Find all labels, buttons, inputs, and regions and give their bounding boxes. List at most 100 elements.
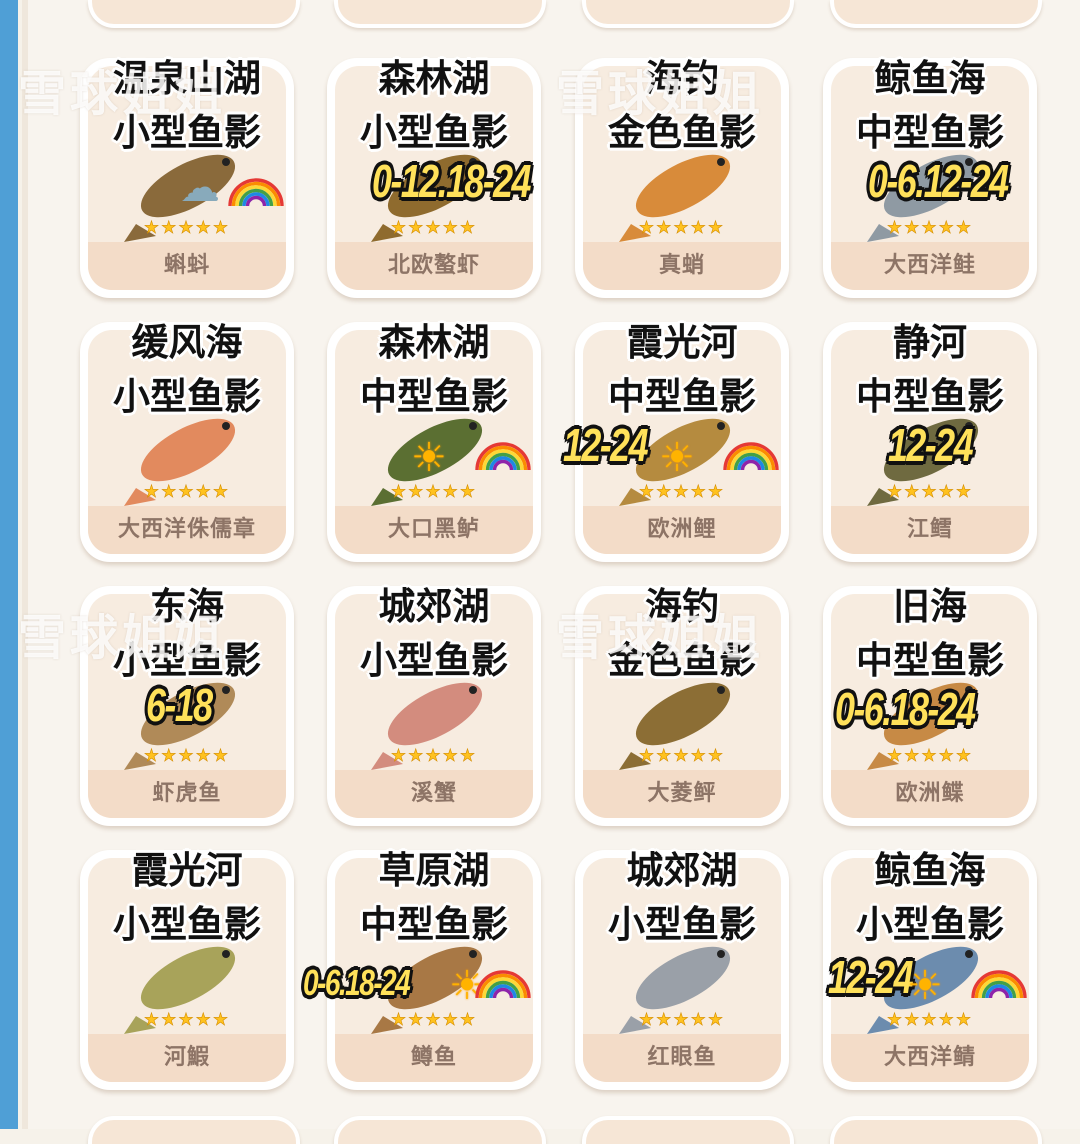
watermark: 雪球姐姐 xyxy=(556,66,765,122)
fishing-location: 城郊湖 xyxy=(626,848,738,892)
fish-eye xyxy=(717,422,725,430)
card-peek-top xyxy=(334,0,546,28)
rain-cloud-icon: ☁ xyxy=(180,165,220,211)
fish-name: 大菱鲆 xyxy=(583,770,781,818)
time-window: 0-6.12-24 xyxy=(868,155,1009,207)
time-window: 12-24 xyxy=(888,419,974,471)
fish-card[interactable]: ★★★★★ 欧洲鲽 旧海 中型鱼影 0-6.18-24 xyxy=(823,584,1037,826)
watermark: 雪球姐姐 xyxy=(556,610,765,666)
fish-card[interactable]: ★★★★★ 鳟鱼 草原湖 中型鱼影 0-6.18-24 ☀ xyxy=(303,848,541,1090)
rarity-stars: ★★★★★ xyxy=(390,218,478,239)
fish-eye xyxy=(222,950,230,958)
rarity-stars: ★★★★★ xyxy=(886,1010,974,1031)
time-window: 12-24 xyxy=(563,419,649,471)
rainbow-icon xyxy=(475,442,531,470)
fish-name: 鳟鱼 xyxy=(335,1034,533,1082)
rarity-stars: ★★★★★ xyxy=(638,1010,726,1031)
card-peek-bottom xyxy=(830,1116,1042,1144)
rarity-stars: ★★★★★ xyxy=(143,1010,231,1031)
fish-name: 大口黑鲈 xyxy=(335,506,533,554)
fish-shadow-size: 中型鱼影 xyxy=(360,902,508,946)
rarity-stars: ★★★★★ xyxy=(390,746,478,767)
fish-name: 欧洲鲽 xyxy=(831,770,1029,818)
card-peek-bottom xyxy=(582,1116,794,1144)
rainbow-icon xyxy=(723,442,779,470)
card-peek-top xyxy=(830,0,1042,28)
fish-card[interactable]: ★★★★★ 河鰕 霞光河 小型鱼影 xyxy=(80,848,294,1090)
fish-name: 欧洲鲤 xyxy=(583,506,781,554)
fishing-location: 缓风海 xyxy=(131,320,243,364)
fish-shadow-size: 小型鱼影 xyxy=(608,902,756,946)
card-peek-bottom xyxy=(334,1116,546,1144)
card-peek-top xyxy=(582,0,794,28)
fish-shadow-size: 中型鱼影 xyxy=(856,374,1004,418)
fish-shadow-size: 中型鱼影 xyxy=(856,638,1004,682)
rainbow-band xyxy=(492,987,514,998)
fishing-location: 鲸鱼海 xyxy=(874,56,986,100)
fishing-location: 鲸鱼海 xyxy=(874,848,986,892)
rarity-stars: ★★★★★ xyxy=(143,746,231,767)
sun-icon: ☀ xyxy=(411,435,447,481)
fish-name: 大西洋侏儒章 xyxy=(88,506,286,554)
rarity-stars: ★★★★★ xyxy=(638,746,726,767)
fish-card[interactable]: ★★★★★ 大口黑鲈 森林湖中型鱼影 ☀ xyxy=(327,320,541,562)
fishing-location: 森林湖 xyxy=(378,320,490,364)
rainbow-icon xyxy=(228,178,284,206)
fish-eye xyxy=(222,158,230,166)
fish-name: 溪蟹 xyxy=(335,770,533,818)
fish-card[interactable]: ★★★★★ 江鳕 静河 中型鱼影 12-24 xyxy=(823,320,1037,562)
rarity-stars: ★★★★★ xyxy=(638,218,726,239)
fish-name: 河鰕 xyxy=(88,1034,286,1082)
fish-name: 大西洋鲑 xyxy=(831,242,1029,290)
sun-icon: ☀ xyxy=(659,435,695,481)
fish-card[interactable]: ★★★★★ 欧洲鲤 霞光河 中型鱼影 12-24 ☀ xyxy=(563,320,789,562)
fish-name: 江鳕 xyxy=(831,506,1029,554)
fish-eye xyxy=(222,422,230,430)
sun-icon: ☀ xyxy=(907,963,943,1009)
rarity-stars: ★★★★★ xyxy=(390,482,478,503)
rainbow-icon xyxy=(475,970,531,998)
rainbow-icon xyxy=(971,970,1027,998)
fish-card[interactable]: ★★★★★ 大西洋鲑 鲸鱼海 中型鱼影 0-6.12-24 xyxy=(823,56,1037,298)
fishing-location: 森林湖 xyxy=(378,56,490,100)
rarity-stars: ★★★★★ xyxy=(143,482,231,503)
fishing-location: 旧海 xyxy=(893,584,967,628)
fish-shadow-size: 小型鱼影 xyxy=(856,902,1004,946)
time-window: 0-6.18-24 xyxy=(835,683,976,735)
fish-name: 大西洋鲭 xyxy=(831,1034,1029,1082)
left-edge-strip xyxy=(0,0,18,1129)
fish-name: 蝌蚪 xyxy=(88,242,286,290)
time-window: 0-12.18-24 xyxy=(372,155,532,207)
rainbow-band xyxy=(988,987,1010,998)
fishing-location: 霞光河 xyxy=(131,848,243,892)
fish-eye xyxy=(469,686,477,694)
time-window: 6-18 xyxy=(146,679,213,731)
fish-eye xyxy=(717,686,725,694)
rainbow-band xyxy=(740,459,762,470)
time-window: 12-24 xyxy=(828,951,914,1003)
fish-shadow-size: 中型鱼影 xyxy=(608,374,756,418)
fish-card[interactable]: ★★★★★ 溪蟹 城郊湖 小型鱼影 xyxy=(327,584,541,826)
fish-shadow-size: 中型鱼影 xyxy=(360,374,508,418)
fish-card[interactable]: ★★★★★ 红眼鱼 城郊湖小型鱼影 xyxy=(575,848,789,1090)
fish-name: 虾虎鱼 xyxy=(88,770,286,818)
fish-name: 真蛸 xyxy=(583,242,781,290)
watermark: 雪球姐姐 xyxy=(18,66,227,122)
rarity-stars: ★★★★★ xyxy=(390,1010,478,1031)
fish-eye xyxy=(222,686,230,694)
fish-eye xyxy=(717,950,725,958)
fishing-location: 草原湖 xyxy=(378,848,490,892)
fish-card[interactable]: ★★★★★ 大西洋鲭 鲸鱼海小型鱼影 12-24 ☀ xyxy=(823,848,1037,1090)
fish-shadow-size: 小型鱼影 xyxy=(360,638,508,682)
fish-card[interactable]: ★★★★★ 大西洋侏儒章 缓风海 小型鱼影 xyxy=(80,320,294,562)
fish-eye xyxy=(965,950,973,958)
rarity-stars: ★★★★★ xyxy=(143,218,231,239)
fish-eye xyxy=(469,422,477,430)
fish-eye xyxy=(717,158,725,166)
fish-shadow-size: 中型鱼影 xyxy=(856,110,1004,154)
fish-name: 红眼鱼 xyxy=(583,1034,781,1082)
rarity-stars: ★★★★★ xyxy=(886,482,974,503)
card-peek-top xyxy=(88,0,300,28)
fish-card[interactable]: ★★★★★ 北欧螯虾 森林湖 小型鱼影 0-12.18-24 xyxy=(327,56,541,298)
card-peek-bottom xyxy=(88,1116,300,1144)
